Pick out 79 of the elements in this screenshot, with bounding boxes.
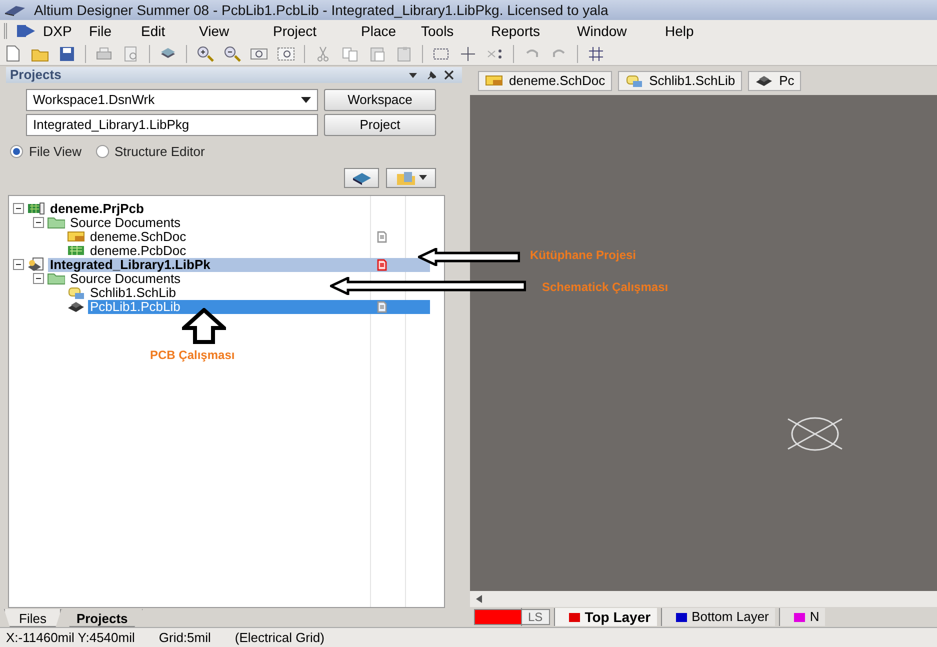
menu-item[interactable]: Help xyxy=(661,20,701,42)
arrow-icon xyxy=(182,308,226,344)
schematic-doc-icon xyxy=(485,73,503,88)
app-logo-icon xyxy=(4,3,26,17)
dropdown-arrow-icon xyxy=(301,97,311,103)
view-option[interactable]: File View xyxy=(10,142,82,162)
layer-tab[interactable]: Bottom Layer xyxy=(660,608,775,626)
status-text: (Electrical Grid) xyxy=(234,628,324,647)
layer-set-label: LS xyxy=(521,608,549,626)
annotation-label: PCB Çalışması xyxy=(150,347,235,364)
collapse-icon[interactable] xyxy=(33,217,44,228)
folder-icon xyxy=(47,215,65,230)
tree-item[interactable]: Source Documents xyxy=(68,216,183,230)
new-file-icon[interactable] xyxy=(4,44,22,62)
project-button[interactable]: Project xyxy=(324,114,436,136)
tree-item[interactable]: Schlib1.SchLib xyxy=(88,286,178,300)
grid-icon[interactable] xyxy=(587,44,605,62)
dxp-icon xyxy=(17,24,37,38)
zoom-in-icon[interactable] xyxy=(196,44,214,62)
pcb-doc-icon xyxy=(67,243,85,258)
tree-item[interactable]: Source Documents xyxy=(68,272,183,286)
menu-item[interactable]: View xyxy=(195,20,267,42)
menu-item[interactable]: Reports xyxy=(487,20,571,42)
layer-set-button[interactable]: LS xyxy=(474,609,550,625)
menu-item[interactable]: File xyxy=(85,20,135,42)
project-field[interactable]: Integrated_Library1.LibPkg xyxy=(26,114,318,136)
document-tab[interactable]: deneme.SchDoc xyxy=(478,70,612,90)
menu-item[interactable]: Tools xyxy=(417,20,485,42)
menu-item[interactable]: Edit xyxy=(137,20,193,42)
menu-item[interactable]: Project xyxy=(269,20,355,42)
collapse-icon[interactable] xyxy=(13,203,24,214)
document-icon xyxy=(377,300,387,312)
modified-document-icon xyxy=(377,258,387,270)
view-option[interactable]: Structure Editor xyxy=(96,142,205,162)
menu-item[interactable]: Place xyxy=(357,20,415,42)
save-icon[interactable] xyxy=(58,44,76,62)
folder-doc-icon xyxy=(396,170,416,184)
pcb-library-icon xyxy=(67,299,85,314)
panel-title: Projects xyxy=(10,66,62,84)
pcb-library-icon xyxy=(755,73,774,88)
status-text: Grid:5mil xyxy=(158,628,211,647)
collapse-icon[interactable] xyxy=(33,273,44,284)
workspace-button[interactable]: Workspace xyxy=(324,89,436,111)
document-tab[interactable]: Pc xyxy=(748,70,802,90)
dropdown-icon[interactable] xyxy=(408,70,418,80)
annotation-label: Kütüphane Projesi xyxy=(530,247,636,264)
document-tab[interactable]: Schlib1.SchLib xyxy=(618,70,742,90)
schematic-library-icon xyxy=(67,285,85,300)
tree-item[interactable]: Integrated_Library1.LibPk xyxy=(48,258,430,272)
close-icon[interactable] xyxy=(444,70,454,80)
library-project-icon xyxy=(27,257,45,272)
horizontal-scrollbar[interactable] xyxy=(470,591,937,607)
schematic-library-icon xyxy=(625,73,644,88)
status-text: X:-11460mil Y:4540mil xyxy=(6,628,135,647)
tree-item[interactable]: deneme.SchDoc xyxy=(88,230,188,244)
tree-item[interactable]: deneme.PrjPcb xyxy=(48,202,146,216)
dropdown-arrow-icon xyxy=(418,175,426,180)
pin-icon[interactable] xyxy=(426,70,436,80)
annotation-label: Schematick Çalışması xyxy=(542,279,668,296)
layer-tab[interactable]: Top Layer xyxy=(554,608,657,626)
zoom-out-icon[interactable] xyxy=(223,44,241,62)
zoom-area-icon[interactable] xyxy=(277,44,295,62)
panel-tab[interactable]: Projects xyxy=(61,609,143,627)
workspace-dropdown[interactable]: Workspace1.DsnWrk xyxy=(26,89,318,111)
panel-tab[interactable]: Files xyxy=(4,609,62,627)
book-stack-icon xyxy=(352,170,372,184)
scroll-left-icon xyxy=(476,595,482,603)
tree-item[interactable]: deneme.PcbDoc xyxy=(88,244,188,258)
compile-button[interactable] xyxy=(344,168,379,188)
schematic-doc-icon xyxy=(67,229,85,244)
move-icon[interactable] xyxy=(459,44,477,62)
menu-item[interactable]: Window xyxy=(573,20,659,42)
document-icon xyxy=(377,230,387,242)
collapse-icon[interactable] xyxy=(13,259,24,270)
pcb-project-icon xyxy=(27,201,45,216)
menu-item[interactable]: DXP xyxy=(39,20,83,42)
layer-tab[interactable]: N xyxy=(778,608,826,626)
project-menu-button[interactable] xyxy=(386,168,436,188)
window-title: Altium Designer Summer 08 - PcbLib1.PcbLib - Integrated_Library1.LibPkg. Licensed to yala xyxy=(34,0,608,20)
